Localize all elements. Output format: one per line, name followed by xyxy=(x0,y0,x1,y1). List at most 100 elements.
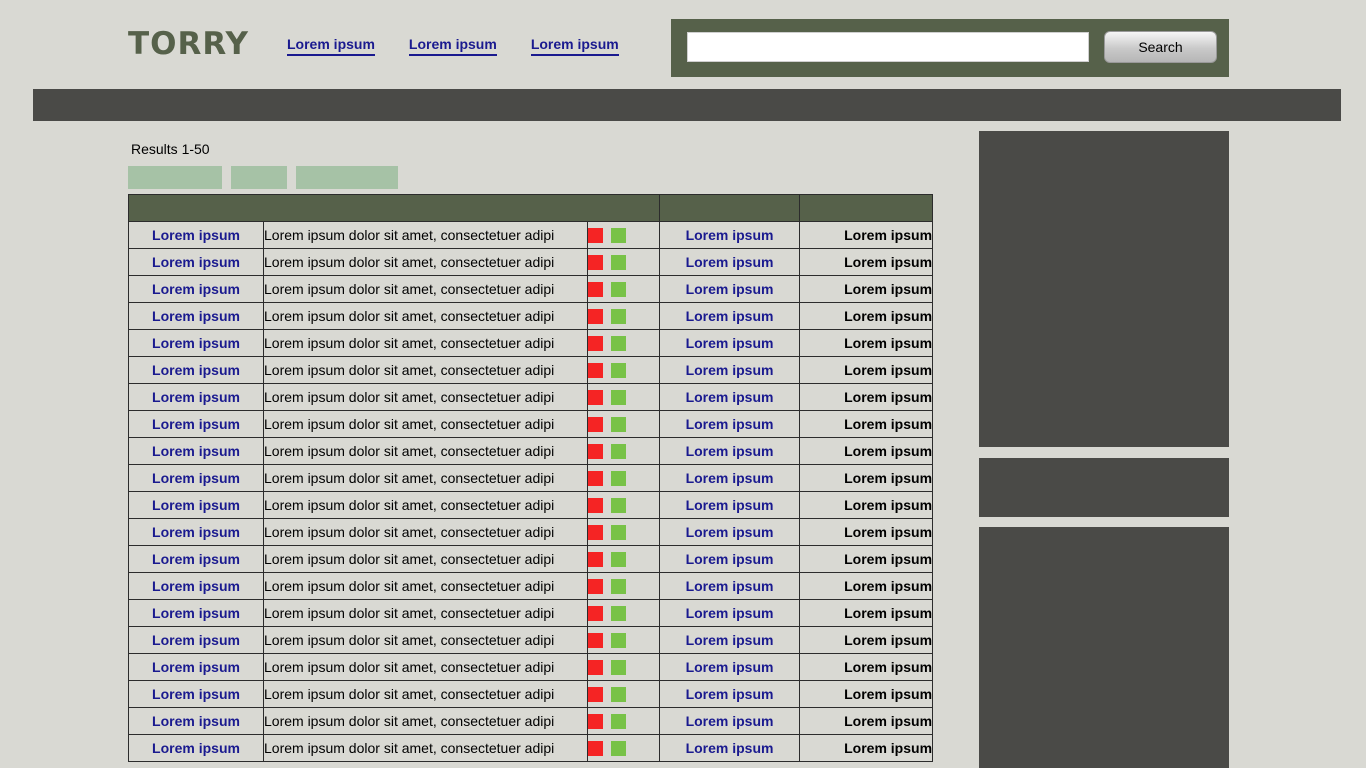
row-name-link[interactable]: Lorem ipsum xyxy=(152,254,240,270)
filter-tab-1[interactable] xyxy=(128,166,222,189)
name-cell: Lorem ipsum xyxy=(128,329,264,357)
status-cell xyxy=(586,302,661,330)
green-square-icon xyxy=(611,552,626,568)
row-link[interactable]: Lorem ipsum xyxy=(686,308,774,324)
value-cell: Lorem ipsum xyxy=(799,491,934,519)
red-square-icon xyxy=(588,633,603,649)
row-link[interactable]: Lorem ipsum xyxy=(686,524,774,540)
name-cell: Lorem ipsum xyxy=(128,626,264,654)
status-cell xyxy=(586,626,661,654)
value-cell: Lorem ipsum xyxy=(799,221,934,249)
row-link[interactable]: Lorem ipsum xyxy=(686,497,774,513)
table-header-cell-main[interactable] xyxy=(127,194,661,222)
row-name-link[interactable]: Lorem ipsum xyxy=(152,470,240,486)
search-button[interactable]: Search xyxy=(1104,31,1217,63)
row-link[interactable]: Lorem ipsum xyxy=(686,659,774,675)
row-link[interactable]: Lorem ipsum xyxy=(686,362,774,378)
row-link[interactable]: Lorem ipsum xyxy=(686,254,774,270)
description-cell: Lorem ipsum dolor sit amet, consectetuer… xyxy=(263,383,588,411)
row-link[interactable]: Lorem ipsum xyxy=(686,389,774,405)
row-link[interactable]: Lorem ipsum xyxy=(686,551,774,567)
filter-tab-2[interactable] xyxy=(231,166,287,189)
row-name-link[interactable]: Lorem ipsum xyxy=(152,578,240,594)
red-square-icon xyxy=(588,255,603,271)
row-name-link[interactable]: Lorem ipsum xyxy=(152,686,240,702)
table-header-cell-link[interactable] xyxy=(659,194,801,222)
row-name-link[interactable]: Lorem ipsum xyxy=(152,605,240,621)
status-cell xyxy=(586,356,661,384)
green-square-icon xyxy=(611,714,626,730)
description-cell: Lorem ipsum dolor sit amet, consectetuer… xyxy=(263,626,588,654)
row-link[interactable]: Lorem ipsum xyxy=(686,470,774,486)
table-row: Lorem ipsum Lorem ipsum dolor sit amet, c… xyxy=(128,518,934,546)
red-square-icon xyxy=(588,282,603,298)
link-cell: Lorem ipsum xyxy=(659,599,801,627)
link-cell: Lorem ipsum xyxy=(659,572,801,600)
row-link[interactable]: Lorem ipsum xyxy=(686,335,774,351)
name-cell: Lorem ipsum xyxy=(128,221,264,249)
row-link[interactable]: Lorem ipsum xyxy=(686,227,774,243)
row-name-link[interactable]: Lorem ipsum xyxy=(152,524,240,540)
row-name-link[interactable]: Lorem ipsum xyxy=(152,740,240,756)
search-input[interactable] xyxy=(687,32,1089,62)
row-name-link[interactable]: Lorem ipsum xyxy=(152,335,240,351)
status-cell xyxy=(586,248,661,276)
row-name-link[interactable]: Lorem ipsum xyxy=(152,551,240,567)
row-name-link[interactable]: Lorem ipsum xyxy=(152,281,240,297)
description-cell: Lorem ipsum dolor sit amet, consectetuer… xyxy=(263,491,588,519)
row-link[interactable]: Lorem ipsum xyxy=(686,578,774,594)
link-cell: Lorem ipsum xyxy=(659,329,801,357)
filter-tab-3[interactable] xyxy=(296,166,398,189)
green-square-icon xyxy=(611,336,626,352)
table-header-cell-value[interactable] xyxy=(799,194,934,222)
value-cell: Lorem ipsum xyxy=(799,464,934,492)
row-link[interactable]: Lorem ipsum xyxy=(686,443,774,459)
row-name-link[interactable]: Lorem ipsum xyxy=(152,659,240,675)
link-cell: Lorem ipsum xyxy=(659,464,801,492)
description-cell: Lorem ipsum dolor sit amet, consectetuer… xyxy=(263,329,588,357)
description-cell: Lorem ipsum dolor sit amet, consectetuer… xyxy=(263,707,588,735)
link-cell: Lorem ipsum xyxy=(659,383,801,411)
green-square-icon xyxy=(611,633,626,649)
value-cell: Lorem ipsum xyxy=(799,626,934,654)
red-square-icon xyxy=(588,336,603,352)
nav-link-2[interactable]: Lorem ipsum xyxy=(408,36,497,56)
status-cell xyxy=(586,329,661,357)
row-name-link[interactable]: Lorem ipsum xyxy=(152,389,240,405)
status-cell xyxy=(586,410,661,438)
name-cell: Lorem ipsum xyxy=(128,653,264,681)
nav-link-3[interactable]: Lorem ipsum xyxy=(530,36,619,56)
table-row: Lorem ipsum Lorem ipsum dolor sit amet, c… xyxy=(128,599,934,627)
value-cell: Lorem ipsum xyxy=(799,248,934,276)
green-square-icon xyxy=(611,741,626,757)
nav-link-1[interactable]: Lorem ipsum xyxy=(287,36,375,56)
row-link[interactable]: Lorem ipsum xyxy=(686,416,774,432)
row-name-link[interactable]: Lorem ipsum xyxy=(152,632,240,648)
link-cell: Lorem ipsum xyxy=(659,545,801,573)
row-name-link[interactable]: Lorem ipsum xyxy=(152,713,240,729)
name-cell: Lorem ipsum xyxy=(128,302,264,330)
green-square-icon xyxy=(611,282,626,298)
row-link[interactable]: Lorem ipsum xyxy=(686,713,774,729)
site-logo[interactable]: TORRY xyxy=(128,26,249,62)
table-row: Lorem ipsum Lorem ipsum dolor sit amet, c… xyxy=(128,545,934,573)
row-link[interactable]: Lorem ipsum xyxy=(686,740,774,756)
status-cell xyxy=(586,518,661,546)
row-name-link[interactable]: Lorem ipsum xyxy=(152,227,240,243)
row-name-link[interactable]: Lorem ipsum xyxy=(152,443,240,459)
name-cell: Lorem ipsum xyxy=(128,599,264,627)
link-cell: Lorem ipsum xyxy=(659,707,801,735)
row-name-link[interactable]: Lorem ipsum xyxy=(152,362,240,378)
row-link[interactable]: Lorem ipsum xyxy=(686,605,774,621)
table-row: Lorem ipsum Lorem ipsum dolor sit amet, c… xyxy=(128,464,934,492)
row-name-link[interactable]: Lorem ipsum xyxy=(152,416,240,432)
row-name-link[interactable]: Lorem ipsum xyxy=(152,308,240,324)
row-name-link[interactable]: Lorem ipsum xyxy=(152,497,240,513)
row-link[interactable]: Lorem ipsum xyxy=(686,632,774,648)
row-link[interactable]: Lorem ipsum xyxy=(686,686,774,702)
table-row: Lorem ipsum Lorem ipsum dolor sit amet, c… xyxy=(128,653,934,681)
status-cell xyxy=(586,599,661,627)
value-cell: Lorem ipsum xyxy=(799,572,934,600)
description-cell: Lorem ipsum dolor sit amet, consectetuer… xyxy=(263,464,588,492)
row-link[interactable]: Lorem ipsum xyxy=(686,281,774,297)
